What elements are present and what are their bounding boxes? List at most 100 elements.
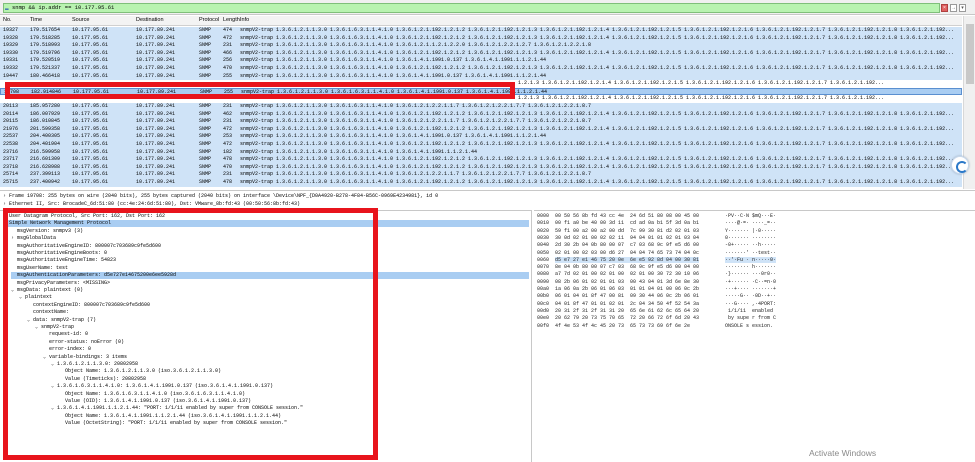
filter-dropdown-icon[interactable]: ▾: [959, 4, 966, 12]
hex-off: 00c0: [537, 300, 550, 307]
ethernet-line[interactable]: › Ethernet II, Src: BrocadeC_6d:51:80 (cc…: [3, 200, 300, 208]
packet-row[interactable]: 23717 216.601309 10.177.95.61 10.177.89.241…: [0, 156, 962, 164]
col-header-no[interactable]: No.: [3, 16, 12, 25]
detail-tree-item[interactable]: › User Datagram Protocol, Src Port: 162, …: [3, 213, 165, 220]
detail-tree-item[interactable]: ⌄ data: snmpV2-trap (7): [27, 317, 96, 324]
hex-row[interactable]: 0060 d5 e7 27 e1 46 75 20 0e 6e e5 92 8d …: [537, 256, 967, 264]
detail-tree-item[interactable]: ⌄ plaintext: [19, 294, 52, 301]
hex-row[interactable]: 0000 00 50 56 8b fd 43 cc 4e 24 6d 51 80 …: [537, 213, 967, 220]
cell-time: 186.007929: [30, 110, 61, 117]
detail-tree-item[interactable]: msgAuthoritativeEngineTime: 54823: [11, 257, 116, 264]
hex-row[interactable]: 0070 8e 04 0b 80 00 07 c7 03 68 9c 9f e5 …: [537, 264, 967, 271]
detail-tree-label: data: snmpV2-trap (7): [33, 316, 97, 323]
detail-tree-item[interactable]: › msgGlobalData: [11, 235, 56, 242]
detail-tree-item[interactable]: ⌄ msgData: plaintext (0): [11, 287, 83, 294]
detail-tree-item[interactable]: msgAuthoritativeEngineBoots: 0: [11, 250, 107, 257]
packet-row[interactable]: 19331 179.520519 10.177.95.61 10.177.89.241…: [0, 57, 962, 65]
packet-row[interactable]: 19708 182.914846 10.177.95.61 10.177.89.241…: [0, 87, 962, 96]
cell-length: 231: [223, 171, 233, 178]
cell-no: 20113: [3, 103, 19, 109]
detail-tree-item[interactable]: ⌄ snmpV2-trap: [35, 324, 74, 331]
hex-row[interactable]: 00f0 4f 4e 53 4f 4c 45 20 73 65 73 73 69 …: [537, 323, 967, 330]
cell-destination: 10.177.89.241: [136, 133, 176, 140]
detail-tree-item[interactable]: Value (OctetString): "PORT: 1/1/11 enabl…: [59, 420, 287, 427]
detail-tree-item[interactable]: contextName:: [27, 309, 69, 316]
detail-tree-item[interactable]: error-status: noError (0): [43, 339, 124, 346]
packet-row[interactable]: 19447 180.466418 10.177.95.61 10.177.89.241…: [0, 72, 962, 81]
detail-tree-item[interactable]: Object Name: 1.3.6.1.4.1.1991.1.1.2.1.44…: [59, 413, 281, 420]
cell-time: 201.599358: [30, 125, 61, 132]
col-header-info[interactable]: Info: [240, 16, 249, 25]
packet-row[interactable]: 19332 179.521337 10.177.95.61 10.177.89.241…: [0, 65, 962, 73]
cell-no: 19708: [4, 88, 20, 95]
cell-source: 10.177.95.61: [72, 103, 109, 109]
hex-row[interactable]: 00d0 20 31 2f 31 2f 31 31 20 65 6e 61 62 …: [537, 308, 967, 315]
packet-row[interactable]: 25715 237.400942 10.177.95.61 10.177.89.241…: [0, 179, 962, 187]
apply-filter-icon[interactable]: →: [950, 4, 957, 12]
bookmark-icon[interactable]: ▬: [5, 5, 9, 12]
detail-tree-item[interactable]: error-index: 0: [43, 346, 91, 353]
packet-row[interactable]: 22537 204.400305 10.177.95.61 10.177.89.241…: [0, 133, 962, 141]
packet-row[interactable]: 19329 179.518993 10.177.95.61 10.177.89.241…: [0, 42, 962, 50]
cell-no: 19331: [3, 57, 19, 64]
cell-no: 20115: [3, 118, 19, 125]
col-header-length[interactable]: Length: [223, 16, 240, 25]
hex-row[interactable]: 00b0 06 01 04 01 8f 47 00 81 09 30 44 06 …: [537, 293, 967, 300]
detail-tree-item[interactable]: ⌄ 1.3.6.1.2.1.1.3.0: 20802958: [51, 361, 138, 368]
detail-tree-item[interactable]: msgAuthenticationParameters: d5e727e1467…: [11, 272, 529, 280]
hex-row[interactable]: 0040 2d 30 2b 04 0b 80 00 07 c7 03 68 9c …: [537, 242, 967, 249]
cell-protocol: SNMP: [200, 88, 213, 95]
detail-tree-item[interactable]: Object Name: 1.3.6.1.2.1.1.3.0 (iso.3.6.…: [59, 368, 221, 375]
detail-tree-item[interactable]: msgAuthoritativeEngineID: 800007c703689c…: [11, 243, 161, 250]
hex-row[interactable]: 00e0 20 62 79 20 73 75 70 65 72 20 66 72 …: [537, 315, 967, 322]
display-filter-input[interactable]: ▬ snmp && ip.addr == 10.177.95.61: [3, 3, 940, 13]
cell-source: 10.177.95.61: [72, 65, 109, 71]
clear-filter-icon[interactable]: ×: [941, 4, 948, 12]
packet-row[interactable]: 20113 185.957280 10.177.95.61 10.177.89.241…: [0, 103, 962, 111]
detail-tree-item[interactable]: msgPrivacyParameters: <MISSING>: [11, 280, 110, 287]
cell-source: 10.177.95.61: [72, 163, 109, 170]
packet-row[interactable]: 23718 216.628988 10.177.95.61 10.177.89.241…: [0, 163, 962, 172]
detail-tree-item[interactable]: ⌄ 1.3.6.1.6.3.1.1.4.1.0: 1.3.6.1.4.1.1991…: [51, 383, 273, 390]
col-header-source[interactable]: Source: [72, 16, 89, 25]
packet-row[interactable]: 1.2.1.3 1.3.6.1.2.1.192.1.2.1.4 1.3.6.1.…: [0, 95, 962, 103]
hex-row[interactable]: 0010 00 f1 a0 be 40 00 3d 11 cd ad 0a b1 …: [537, 220, 967, 227]
detail-tree-item[interactable]: Object Name: 1.3.6.1.6.3.1.1.4.1.0 (iso.…: [59, 391, 245, 398]
detail-tree-item[interactable]: ⌄ Simple Network Management Protocol: [3, 220, 529, 228]
packet-row[interactable]: 19327 179.517654 10.177.95.61 10.177.89.241…: [0, 27, 962, 35]
scroll-thumb[interactable]: [966, 24, 974, 84]
cell-source: 10.177.95.61: [72, 34, 109, 41]
cell-time: 179.521337: [30, 65, 61, 71]
packet-row[interactable]: 19330 179.519796 10.177.95.61 10.177.89.241…: [0, 49, 962, 58]
hex-row[interactable]: 00c0 04 01 8f 47 01 01 02 01 2c 04 34 50 …: [537, 301, 967, 308]
detail-tree-item[interactable]: request-id: 0: [43, 331, 88, 338]
detail-tree-item[interactable]: Value (OID): 1.3.6.1.4.1.1991.0.137 (iso…: [59, 398, 251, 405]
detail-tree-item[interactable]: ⌄ variable-bindings: 3 items: [43, 354, 127, 361]
packet-row[interactable]: 21976 201.599358 10.177.95.61 10.177.89.241…: [0, 125, 962, 134]
hex-row[interactable]: 00a0 1a 06 0a 2b 06 01 06 03 01 01 04 01 …: [537, 286, 967, 293]
packet-row[interactable]: 23716 216.599958 10.177.95.61 10.177.89.241…: [0, 148, 962, 157]
detail-tree-item[interactable]: contextEngineID: 800007c703689c9fe5d600: [27, 302, 150, 309]
col-header-time[interactable]: Time: [30, 16, 42, 25]
detail-tree-item[interactable]: msgUserName: test: [11, 265, 68, 272]
packet-row[interactable]: 25714 237.399113 10.177.95.61 10.177.89.241…: [0, 171, 962, 179]
hex-row[interactable]: 0030 30 0d 02 01 00 02 02 11 94 04 01 01 …: [537, 235, 967, 242]
detail-tree-item[interactable]: msgVersion: snmpv3 (3): [11, 228, 83, 235]
refresh-icon[interactable]: [951, 156, 969, 174]
hex-row[interactable]: 0080 a7 7d 02 01 00 02 01 00 02 01 00 30 …: [537, 271, 967, 278]
frame-line[interactable]: › Frame 19708: 255 bytes on wire (2040 bi…: [3, 192, 438, 200]
packet-row[interactable]: 20114 186.007929 10.177.95.61 10.177.89.241…: [0, 110, 962, 119]
col-header-destination[interactable]: Destination: [136, 16, 164, 25]
hex-bytes: 4f 4e 53 4f 4c 45 20 73 65 73 73 69 6f 6…: [555, 322, 691, 329]
packet-row[interactable]: 1.2.1.3 1.3.6.1.2.1.192.1.2.1.4 1.3.6.1.…: [0, 80, 962, 88]
col-header-protocol[interactable]: Protocol: [199, 16, 219, 25]
packet-row[interactable]: 22538 204.401904 10.177.95.61 10.177.89.241…: [0, 141, 962, 149]
hex-row[interactable]: 0050 02 01 00 02 03 00 d6 27 04 04 74 65 …: [537, 250, 967, 257]
hex-row[interactable]: 0020 59 f1 00 a2 00 a2 00 dd 7c 99 30 81 …: [537, 228, 967, 235]
cell-info: snmpV2-trap 1.3.6.1.2.1.1.3.0 1.3.6.1.6.…: [240, 57, 547, 64]
hex-row[interactable]: 0090 08 2b 06 01 02 01 01 03 00 43 04 01 …: [537, 279, 967, 286]
detail-tree-item[interactable]: ⌄ 1.3.6.1.4.1.1991.1.1.2.1.44: "PORT: 1/1…: [51, 405, 303, 412]
detail-tree-item[interactable]: Value (Timeticks): 20802958: [59, 376, 146, 383]
packet-row[interactable]: 20115 186.010845 10.177.95.61 10.177.89.241…: [0, 118, 962, 126]
packet-row[interactable]: 19328 179.518285 10.177.95.61 10.177.89.241…: [0, 34, 962, 43]
